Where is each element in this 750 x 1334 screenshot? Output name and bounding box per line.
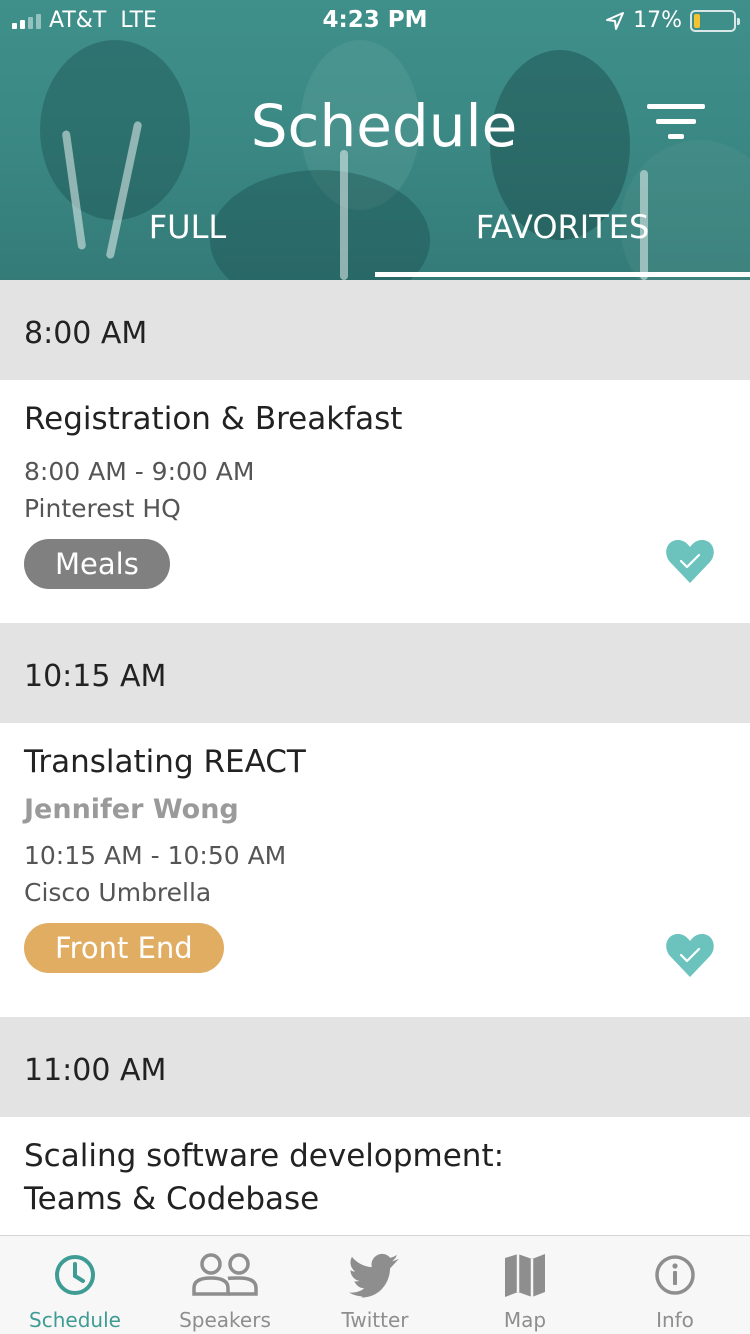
session-tag-meals[interactable]: Meals	[24, 539, 170, 589]
session-card[interactable]: Scaling software development: Teams & Co…	[0, 1117, 750, 1235]
clock-icon	[55, 1255, 95, 1295]
tab-bar-schedule[interactable]: Schedule	[0, 1236, 150, 1334]
info-icon	[655, 1255, 695, 1295]
session-card[interactable]: Registration & Breakfast 8:00 AM - 9:00 …	[0, 380, 750, 623]
session-title: Translating REACT	[24, 744, 306, 780]
session-speaker[interactable]: Jennifer Wong	[24, 794, 750, 825]
schedule-header: AT&T LTE 4:23 PM 17% Schedule FULL FAVOR…	[0, 0, 750, 280]
tab-bar-twitter[interactable]: Twitter	[300, 1236, 450, 1334]
bottom-tab-bar: Schedule Speakers Twitter Map Info	[0, 1235, 750, 1334]
people-icon	[192, 1253, 258, 1296]
favorite-heart-icon[interactable]	[664, 928, 716, 980]
selected-tab-indicator	[375, 272, 750, 277]
tab-bar-speakers[interactable]: Speakers	[150, 1236, 300, 1334]
battery-percent: 17%	[633, 8, 682, 33]
favorite-heart-icon[interactable]	[664, 534, 716, 586]
map-icon	[505, 1254, 545, 1297]
location-arrow-icon	[606, 11, 625, 30]
session-tag-front-end[interactable]: Front End	[24, 923, 224, 973]
status-bar: AT&T LTE 4:23 PM 17%	[0, 0, 750, 40]
session-title: Scaling software development: Teams & Co…	[24, 1138, 505, 1217]
tab-bar-label: Twitter	[341, 1308, 409, 1332]
twitter-bird-icon	[348, 1253, 399, 1298]
tab-bar-label: Schedule	[29, 1308, 121, 1332]
session-time-range: 8:00 AM - 9:00 AM	[24, 457, 255, 486]
battery-fill	[694, 13, 701, 28]
time-slot-header: 10:15 AM	[0, 623, 750, 723]
tab-bar-map[interactable]: Map	[450, 1236, 600, 1334]
tab-bar-label: Map	[503, 1308, 547, 1332]
tab-bar-info[interactable]: Info	[600, 1236, 750, 1334]
page-title: Schedule	[250, 92, 518, 160]
time-slot-header: 8:00 AM	[0, 280, 750, 380]
tab-full[interactable]: FULL	[0, 208, 375, 252]
time-slot-header: 11:00 AM	[0, 1017, 750, 1117]
session-location: Cisco Umbrella	[24, 878, 212, 907]
battery-icon	[690, 9, 740, 32]
filter-icon[interactable]	[646, 104, 706, 144]
session-time-range: 10:15 AM - 10:50 AM	[24, 841, 287, 870]
tab-favorites[interactable]: FAVORITES	[375, 208, 750, 252]
session-title: Registration & Breakfast	[24, 401, 403, 437]
tab-bar-label: Info	[656, 1308, 694, 1332]
tab-bar-label: Speakers	[179, 1308, 271, 1332]
schedule-list[interactable]: 8:00 AM Registration & Breakfast 8:00 AM…	[0, 280, 750, 1235]
session-location: Pinterest HQ	[24, 494, 181, 523]
session-card[interactable]: Translating REACT Jennifer Wong 10:15 AM…	[0, 723, 750, 1017]
